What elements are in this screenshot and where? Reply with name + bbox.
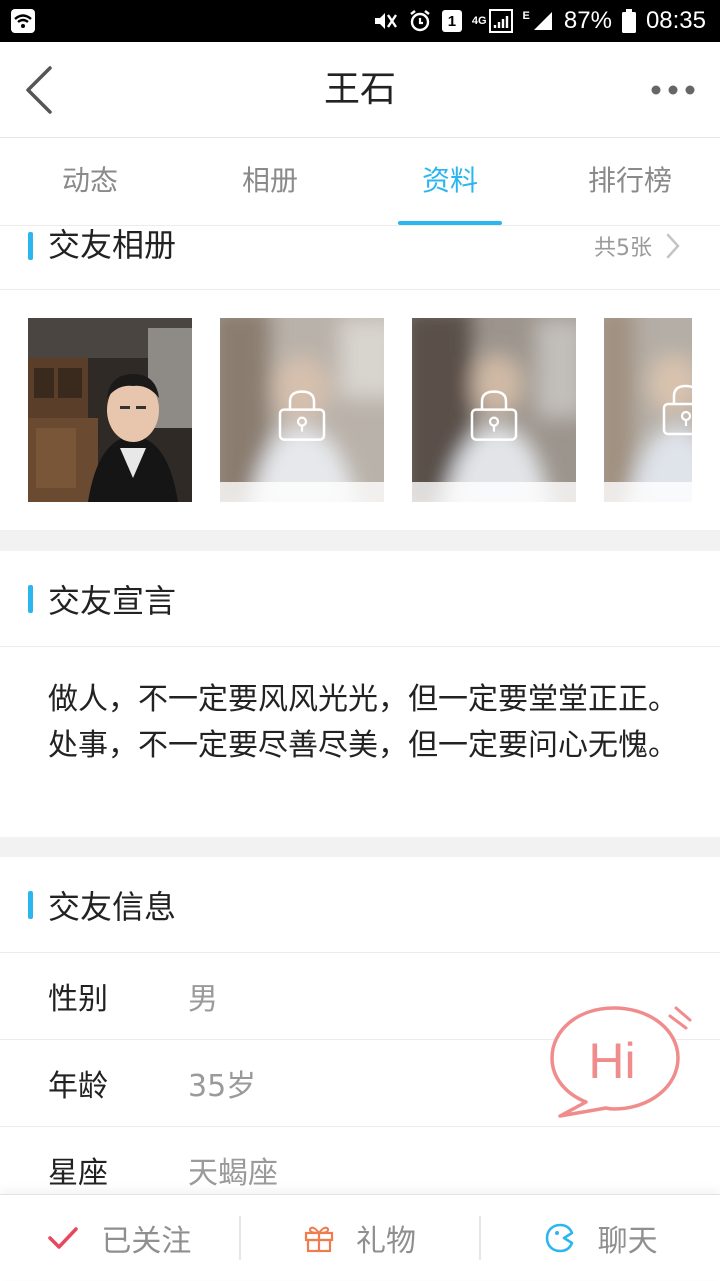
- network-4g-icon: 4G: [472, 8, 513, 34]
- album-photo-locked[interactable]: [412, 318, 576, 502]
- tab-bar: 动态 相册 资料 排行榜: [0, 138, 720, 226]
- chevron-left-icon: [26, 66, 52, 114]
- gift-icon: [304, 1226, 334, 1252]
- album-section-header[interactable]: 交友相册 共5张: [0, 226, 720, 290]
- album-photo[interactable]: [28, 318, 192, 502]
- album-photo-strip: [0, 290, 720, 531]
- gift-label: 礼物: [356, 1223, 416, 1259]
- lock-icon: [662, 384, 692, 436]
- lock-icon: [278, 390, 326, 441]
- album-count: 共5张: [594, 236, 652, 261]
- info-section-title: 交友信息: [48, 887, 177, 926]
- more-dots-icon: [651, 85, 695, 95]
- tab-album[interactable]: 相册: [180, 138, 360, 225]
- section-divider: [0, 531, 720, 551]
- info-label: 年龄: [48, 1069, 108, 1104]
- status-bar: 1 4G E 87% 08:35: [0, 0, 720, 42]
- followed-button[interactable]: 已关注: [0, 1195, 239, 1281]
- tab-profile[interactable]: 资料: [360, 138, 540, 225]
- info-label: 性别: [48, 982, 108, 1017]
- tab-moments[interactable]: 动态: [0, 138, 180, 225]
- section-divider: [0, 837, 720, 857]
- section-accent-bar: [28, 890, 33, 919]
- bottom-action-bar: 已关注 礼物 聊天: [0, 1194, 720, 1280]
- sim-badge: 1: [441, 10, 462, 32]
- clock: 08:35: [645, 7, 706, 34]
- network-4g-label: 4G: [471, 15, 487, 27]
- manifesto-text: 做人，不一定要风风光光，但一定要堂堂正正。处事，不一定要尽善尽美，但一定要问心无…: [48, 682, 678, 763]
- album-photo-locked[interactable]: [604, 318, 692, 502]
- followed-label: 已关注: [101, 1223, 192, 1259]
- section-accent-bar: [28, 584, 33, 613]
- back-button[interactable]: [14, 62, 64, 118]
- check-icon: [48, 1226, 79, 1249]
- portrait-photo-image: [28, 318, 192, 502]
- tab-ranking[interactable]: 排行榜: [540, 138, 720, 225]
- network-e-icon: E: [523, 8, 554, 34]
- info-label: 星座: [48, 1156, 108, 1191]
- hi-text: Hi: [588, 1033, 635, 1089]
- album-section-title: 交友相册: [48, 226, 177, 264]
- title-bar: 王石: [0, 42, 720, 138]
- battery-icon: [621, 8, 636, 34]
- chat-button[interactable]: 聊天: [481, 1195, 720, 1281]
- info-section-header: 交友信息: [0, 857, 720, 953]
- page-title: 王石: [323, 69, 396, 110]
- info-value: 35岁: [188, 1069, 257, 1104]
- section-accent-bar: [28, 232, 33, 260]
- info-value: 天蝎座: [188, 1156, 278, 1191]
- say-hi-button[interactable]: Hi: [548, 1002, 698, 1122]
- wifi-icon: [10, 8, 36, 34]
- battery-percent: 87%: [563, 7, 612, 34]
- chat-icon: [545, 1223, 573, 1252]
- chat-label: 聊天: [597, 1223, 658, 1259]
- manifesto-section-title: 交友宣言: [48, 581, 177, 620]
- manifesto-section-header: 交友宣言: [0, 551, 720, 647]
- info-row-zodiac: 星座 天蝎座: [0, 1127, 720, 1194]
- album-count-link[interactable]: 共5张: [594, 230, 680, 262]
- lock-icon: [470, 390, 518, 441]
- info-value: 男: [188, 982, 218, 1017]
- more-options-button[interactable]: [648, 72, 698, 108]
- network-e-label: E: [522, 10, 530, 22]
- gift-button[interactable]: 礼物: [241, 1195, 480, 1281]
- mute-vibrate-icon: [372, 8, 398, 34]
- alarm-icon: [408, 8, 432, 34]
- album-photo-locked[interactable]: [220, 318, 384, 502]
- chevron-right-icon: [666, 233, 680, 259]
- hi-speech-bubble-icon: Hi: [550, 1006, 692, 1118]
